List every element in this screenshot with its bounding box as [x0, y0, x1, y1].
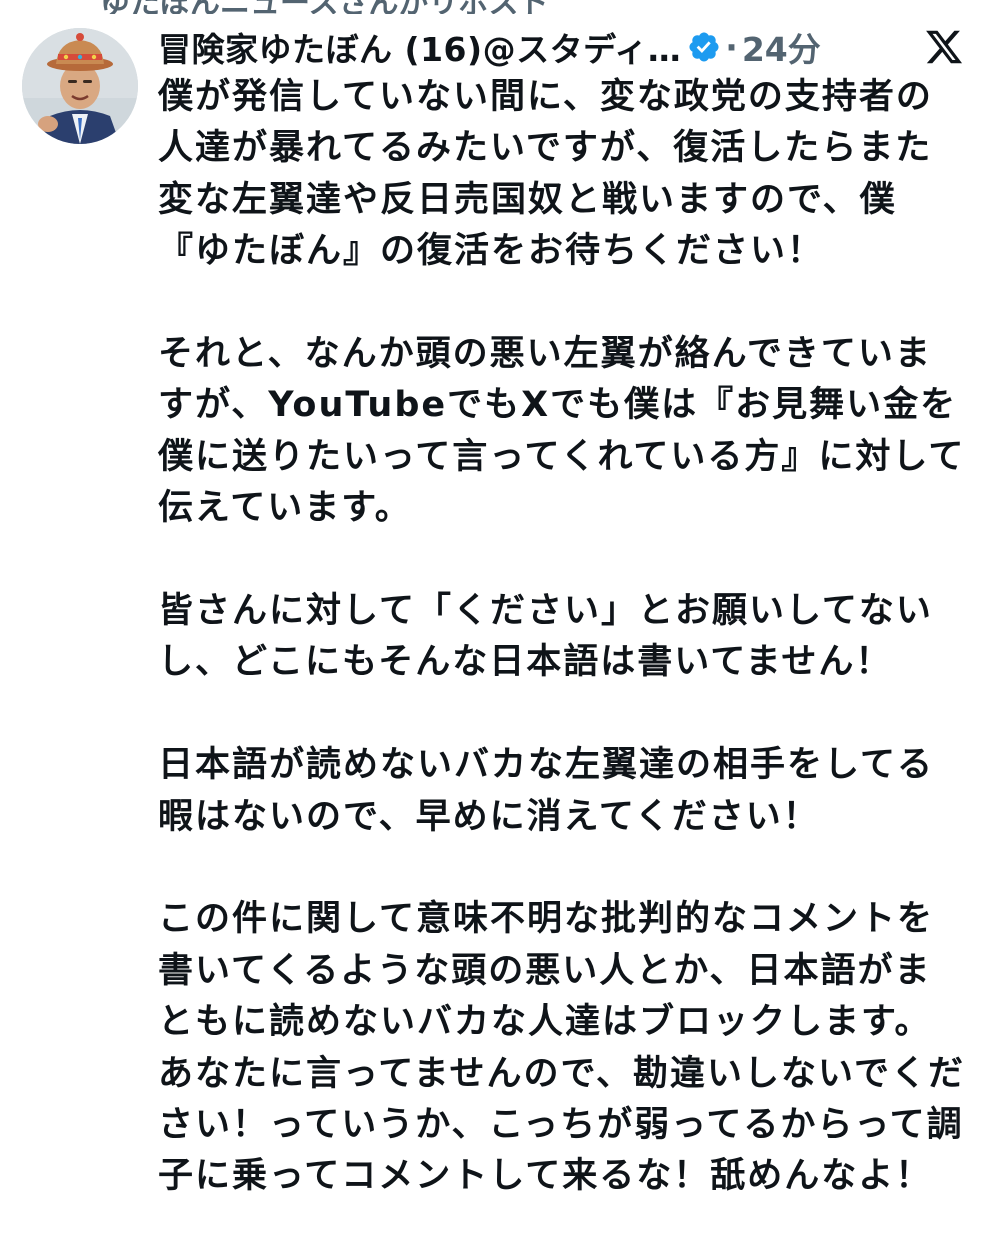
- header-separator: ·: [725, 27, 738, 67]
- tweet-paragraph-5: この件に関して意味不明な批判的なコメントを書いてくるような頭の悪い人とか、日本語…: [158, 899, 966, 1197]
- tweet-paragraph-2: それと、なんか頭の悪い左翼が絡んできていますが、YouTubeでもXでも僕は『お…: [158, 334, 966, 529]
- tweet-paragraph-4: 日本語が読めないバカな左翼達の相手をしてる暇はないので、早めに消えてください！: [158, 745, 934, 837]
- tweet-text: 僕が発信していない間に、変な政党の支持者の人達が暴れてるみたいですが、復活したら…: [158, 72, 968, 1254]
- tweet-paragraph-1: 僕が発信していない間に、変な政党の支持者の人達が暴れてるみたいですが、復活したら…: [158, 77, 933, 272]
- verified-check-icon: [689, 32, 719, 62]
- x-logo-icon[interactable]: [924, 27, 964, 67]
- tweet-header: 冒険家ゆたぼん (16)@スタディ… · 24分: [158, 22, 968, 72]
- avatar[interactable]: [22, 28, 138, 144]
- author-display-name[interactable]: 冒険家ゆたぼん (16)@スタディ…: [158, 23, 681, 71]
- repost-context-line: ゆたぼんニュースさんがリポスト: [100, 0, 549, 14]
- tweet-timestamp[interactable]: 24分: [742, 23, 821, 71]
- profile-photo-avatar: [22, 28, 138, 144]
- tweet-paragraph-3: 皆さんに対して「ください」とお願いしてないし、どこにもそんな日本語は書いてません…: [158, 591, 933, 683]
